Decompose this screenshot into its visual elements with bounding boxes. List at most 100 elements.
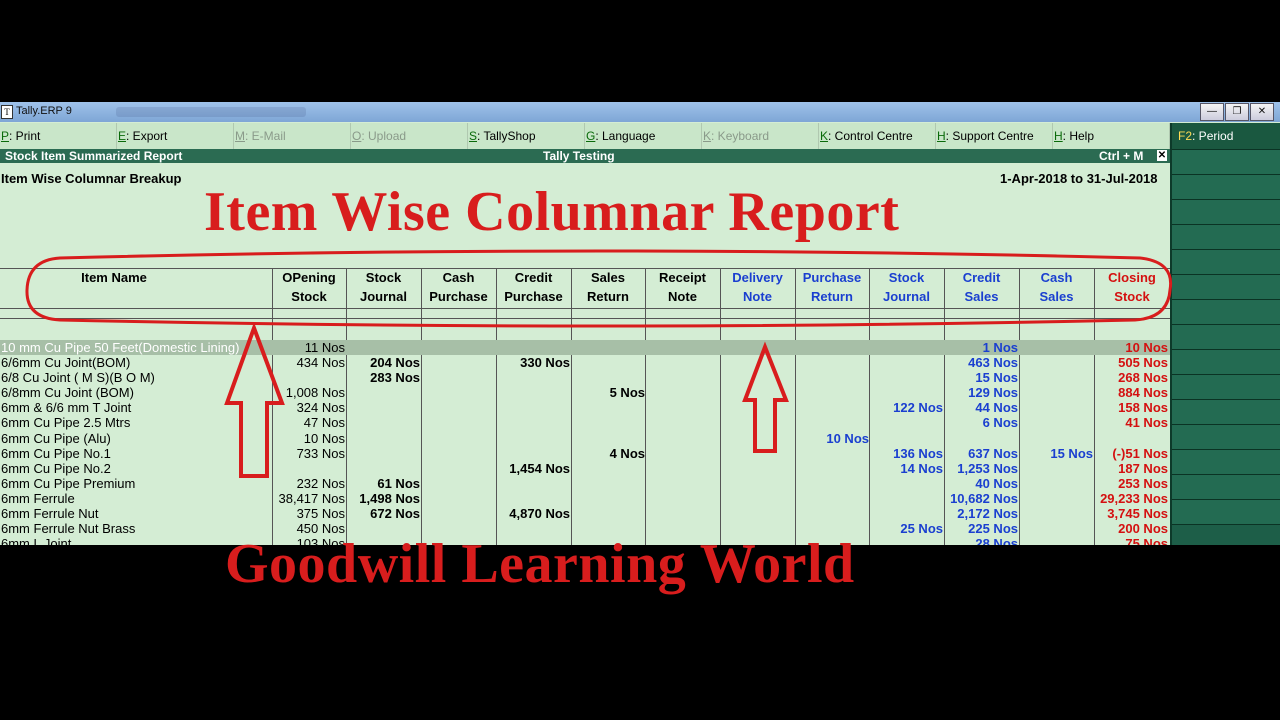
value-cell: 14 Nos	[900, 460, 943, 476]
value-cell: 15 Nos	[1050, 445, 1093, 461]
column-header: Stock Journal	[869, 268, 944, 306]
maximize-button[interactable]: ❐	[1225, 103, 1249, 121]
item-name-cell: 6mm Ferrule Nut	[1, 506, 99, 522]
column-header-line1: OPening	[282, 270, 336, 285]
menu-button[interactable]: M: E-Mail	[234, 123, 351, 149]
menu-button[interactable]: O: Upload	[351, 123, 468, 149]
side-button[interactable]	[1172, 400, 1280, 425]
item-name-cell: 10 mm Cu Pipe 50 Feet(Domestic Lining)	[1, 340, 240, 355]
table-row[interactable]: 6mm Ferrule Nut 375 Nos 672 Nos 4,870 Nos 2,…	[0, 506, 1170, 521]
side-button[interactable]	[1172, 275, 1280, 300]
menu-button[interactable]: K: Control Centre	[819, 123, 936, 149]
column-header: Cash Purchase	[421, 268, 496, 306]
column-header-line2: Journal	[883, 289, 930, 304]
value-cell: 672 Nos	[370, 506, 420, 522]
side-button[interactable]	[1172, 300, 1280, 325]
value-cell: 158 Nos	[1118, 400, 1168, 416]
value-cell: 129 Nos	[968, 385, 1018, 401]
table-row[interactable]: 6mm Cu Pipe No.2 1,454 Nos 14 Nos 1,253 Nos…	[0, 461, 1170, 476]
table-row[interactable]: 6mm Cu Pipe (Alu) 10 Nos 10 Nos	[0, 431, 1170, 446]
value-cell: 10 Nos	[303, 430, 345, 446]
menu-button[interactable]: H: Support Centre	[936, 123, 1053, 149]
side-button[interactable]	[1172, 200, 1280, 225]
tally-app-icon: T	[1, 105, 13, 119]
column-header-line2: Note	[743, 289, 772, 304]
value-cell: 1 Nos	[982, 340, 1018, 355]
table-row[interactable]: 6mm Ferrule 38,417 Nos 1,498 Nos 10,682 Nos…	[0, 491, 1170, 506]
column-header: Receipt Note	[645, 268, 720, 306]
column-header-line2: Return	[587, 289, 629, 304]
value-cell: 38,417 Nos	[278, 490, 346, 506]
table-row[interactable]: 6mm Cu Pipe 2.5 Mtrs 47 Nos 6 Nos 41 Nos	[0, 415, 1170, 430]
side-button[interactable]	[1172, 500, 1280, 525]
column-header: Stock Journal	[346, 268, 421, 306]
column-header-line1: Purchase	[802, 270, 862, 285]
value-cell: 204 Nos	[370, 355, 420, 371]
table-row[interactable]: 6/8 Cu Joint ( M S)(B O M) 283 Nos 15 Nos 2…	[0, 370, 1170, 385]
value-cell: 41 Nos	[1125, 415, 1168, 431]
item-name-cell: 6mm Cu Pipe No.2	[1, 460, 111, 476]
column-header-line2: Sales	[964, 289, 999, 304]
table-row[interactable]: 6mm Cu Pipe Premium 232 Nos 61 Nos 40 Nos 25…	[0, 476, 1170, 491]
minimize-button[interactable]: —	[1200, 103, 1224, 121]
company-name: Tally Testing	[543, 149, 615, 163]
side-button[interactable]	[1172, 450, 1280, 475]
value-cell: 10,682 Nos	[950, 490, 1018, 506]
column-header: Closing Stock	[1094, 268, 1170, 306]
value-cell: 884 Nos	[1118, 385, 1168, 401]
value-cell: 29,233 Nos	[1100, 490, 1168, 506]
menu-button[interactable]: H: Help	[1053, 123, 1170, 149]
side-button[interactable]	[1172, 375, 1280, 400]
table-row[interactable]: 6/6mm Cu Joint(BOM) 434 Nos 204 Nos 330 Nos…	[0, 355, 1170, 370]
table-row[interactable]: 6mm & 6/6 mm T Joint 324 Nos 122 Nos 44 Nos…	[0, 400, 1170, 415]
item-name-cell: 6mm Cu Pipe (Alu)	[1, 430, 111, 446]
column-header-line2: Stock	[291, 289, 327, 304]
menu-button[interactable]: S: TallyShop	[468, 123, 585, 149]
menu-button[interactable]: G: Language	[585, 123, 702, 149]
side-button[interactable]	[1172, 175, 1280, 200]
value-cell: 6 Nos	[982, 415, 1018, 431]
value-cell: 434 Nos	[296, 355, 345, 371]
value-cell: 283 Nos	[370, 370, 420, 386]
value-cell: 253 Nos	[1118, 475, 1168, 491]
item-name-cell: 6mm & 6/6 mm T Joint	[1, 400, 132, 416]
side-button[interactable]	[1172, 350, 1280, 375]
column-header-line2: Note	[668, 289, 697, 304]
column-header: Credit Sales	[944, 268, 1019, 306]
item-name-cell: 6mm Ferrule	[1, 490, 75, 506]
value-cell: 2,172 Nos	[957, 506, 1018, 522]
side-button[interactable]	[1172, 475, 1280, 500]
close-report-icon[interactable]: ✕	[1157, 150, 1167, 161]
shortcut-hint: Ctrl + M	[1099, 149, 1144, 163]
value-cell: 375 Nos	[296, 506, 345, 522]
value-cell: 200 Nos	[1118, 521, 1168, 537]
row-divider	[0, 308, 1170, 309]
side-button[interactable]	[1172, 425, 1280, 450]
close-window-button[interactable]: ✕	[1250, 103, 1274, 121]
value-cell: 40 Nos	[975, 475, 1018, 491]
value-cell: 5 Nos	[609, 385, 645, 401]
value-cell: 10 Nos	[1125, 340, 1168, 355]
value-cell: 268 Nos	[1118, 370, 1168, 386]
value-cell: 61 Nos	[377, 475, 420, 491]
table-row[interactable]: 10 mm Cu Pipe 50 Feet(Domestic Lining) 11…	[0, 340, 1170, 356]
column-header-line2: Purchase	[504, 289, 563, 304]
value-cell: 733 Nos	[296, 445, 345, 461]
side-button[interactable]	[1172, 225, 1280, 250]
menu-button[interactable]: E: Export	[117, 123, 234, 149]
table-row[interactable]: 6mm Cu Pipe No.1 733 Nos 4 Nos 136 Nos 637 N…	[0, 446, 1170, 461]
row-divider	[0, 318, 1170, 319]
value-cell: 4,870 Nos	[509, 506, 570, 522]
column-header-line1: Stock	[888, 270, 925, 285]
column-header: Cash Sales	[1019, 268, 1094, 306]
side-button[interactable]	[1172, 150, 1280, 175]
menu-button[interactable]: P: Print	[0, 123, 117, 149]
table-row[interactable]: 6/8mm Cu Joint (BOM) 1,008 Nos 5 Nos 129 No…	[0, 385, 1170, 400]
value-cell: 136 Nos	[893, 445, 943, 461]
side-button[interactable]	[1172, 325, 1280, 350]
side-button[interactable]	[1172, 250, 1280, 275]
menu-button[interactable]: K: Keyboard	[702, 123, 819, 149]
column-header: Item Name	[0, 268, 228, 287]
period-button[interactable]: F2: Period	[1172, 123, 1280, 150]
column-header-line1: Cash	[1040, 270, 1073, 285]
